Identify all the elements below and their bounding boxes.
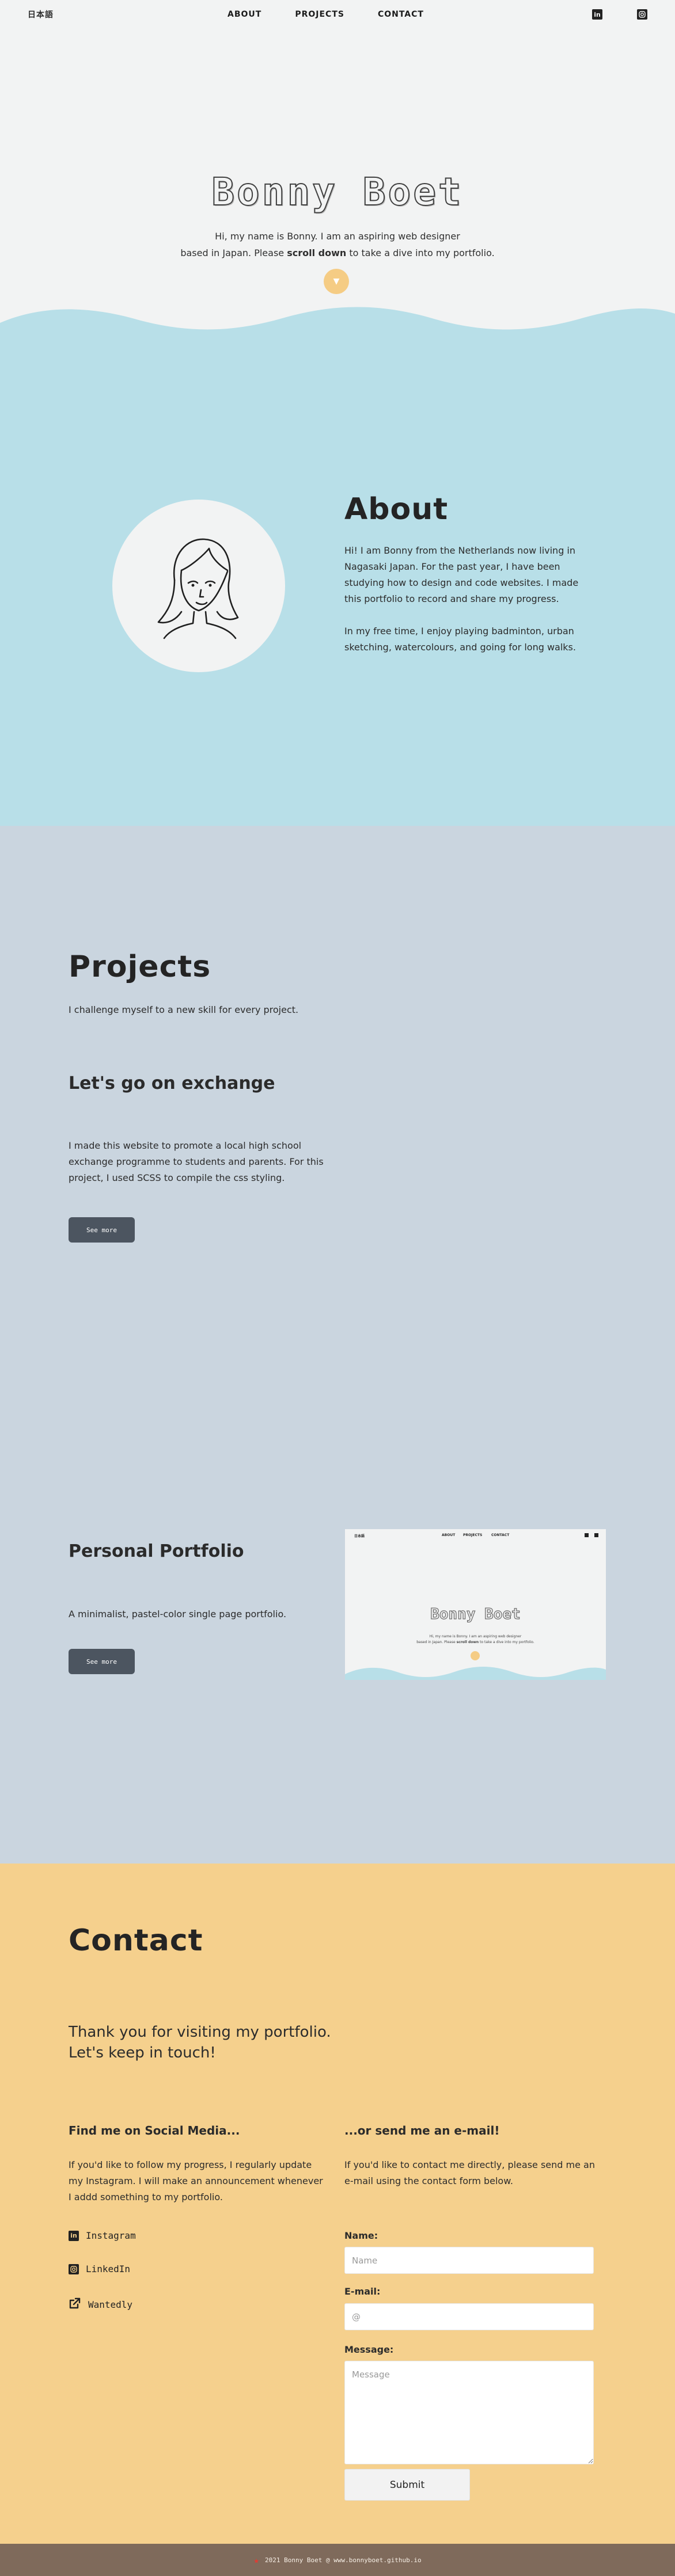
hero-intro-bold: scroll down — [287, 247, 347, 258]
name-field[interactable] — [344, 2247, 594, 2274]
hero-intro: Hi, my name is Bonny. I am an aspiring w… — [0, 228, 675, 261]
message-field[interactable] — [344, 2361, 594, 2464]
footer-text: 2021 Bonny Boet @ www.bonnyboet.github.i… — [265, 2556, 422, 2564]
thumb-wave — [345, 1667, 606, 1680]
projects-title: Projects — [69, 950, 211, 984]
language-toggle[interactable]: 日本語 — [28, 9, 54, 20]
hero-title: Bonny Boet — [211, 169, 464, 215]
external-link-icon — [69, 2297, 81, 2312]
projects-section: Projects I challenge myself to a new ski… — [0, 826, 675, 1864]
thumb-intro-line2-prefix: based in Japan. Please — [416, 1640, 457, 1644]
contact-section: Contact Thank you for visiting my portfo… — [0, 1864, 675, 2544]
thumb-intro: Hi, my name is Bonny. I am an aspiring w… — [345, 1634, 606, 1645]
contact-thanks: Thank you for visiting my portfolio. Let… — [69, 2022, 331, 2063]
portrait-illustration — [157, 538, 239, 639]
instagram-icon — [69, 2263, 79, 2274]
hero-section: Bonny Boet Hi, my name is Bonny. I am an… — [0, 0, 675, 337]
scroll-down-button[interactable]: ▼ — [324, 269, 349, 294]
footer: ★ 2021 Bonny Boet @ www.bonnyboet.github… — [0, 2544, 675, 2576]
instagram-icon[interactable] — [637, 9, 647, 20]
thumb-nav-about: ABOUT — [442, 1533, 456, 1537]
thumb-linkedin-icon — [585, 1533, 589, 1537]
about-title: About — [344, 492, 449, 527]
nav-link-about[interactable]: ABOUT — [227, 10, 261, 19]
avatar — [112, 500, 285, 672]
email-heading: ...or send me an e-mail! — [344, 2124, 500, 2137]
project-thumbnail-portfolio[interactable]: 日本語 ABOUT PROJECTS CONTACT Bonny Boet Hi… — [345, 1529, 606, 1680]
hero-intro-line2-prefix: based in Japan. Please — [180, 247, 287, 258]
thumb-instagram-icon — [594, 1533, 598, 1537]
social-link-instagram[interactable]: in Instagram — [69, 2230, 136, 2241]
thumb-title: Bonny Boet — [430, 1606, 521, 1624]
see-more-button-exchange[interactable]: See more — [69, 1217, 135, 1243]
message-label: Message: — [344, 2344, 394, 2355]
star-icon: ★ — [253, 2554, 260, 2566]
about-paragraph-2: In my free time, I enjoy playing badmint… — [344, 626, 576, 653]
thumb-intro-bold: scroll down — [456, 1640, 479, 1644]
project-title-exchange: Let's go on exchange — [69, 1073, 275, 1093]
email-text: If you'd like to contact me directly, pl… — [344, 2159, 595, 2186]
email-field[interactable] — [344, 2303, 594, 2330]
thumb-scroll-dot — [471, 1651, 480, 1660]
top-nav: 日本語 ABOUT PROJECTS CONTACT in — [0, 0, 675, 29]
see-more-button-portfolio[interactable]: See more — [69, 1649, 135, 1674]
linkedin-icon: in — [69, 2230, 79, 2241]
hero-intro-line1: Hi, my name is Bonny. I am an aspiring w… — [215, 231, 460, 242]
thumb-intro-line1: Hi, my name is Bonny. I am an aspiring w… — [429, 1634, 522, 1638]
chevron-down-icon: ▼ — [333, 277, 340, 286]
social-link-wantedly[interactable]: Wantedly — [69, 2297, 132, 2312]
social-heading: Find me on Social Media... — [69, 2124, 240, 2137]
nav-social-icons: in — [592, 9, 647, 20]
contact-title: Contact — [69, 1923, 203, 1958]
linkedin-icon[interactable]: in — [592, 9, 602, 20]
projects-intro: I challenge myself to a new skill for ev… — [69, 1004, 299, 1015]
project-desc-exchange: I made this website to promote a local h… — [69, 1140, 324, 1183]
social-link-linkedin[interactable]: LinkedIn — [69, 2263, 130, 2274]
thumb-nav-contact: CONTACT — [491, 1533, 510, 1537]
nav-link-projects[interactable]: PROJECTS — [295, 10, 344, 19]
project-title-portfolio: Personal Portfolio — [69, 1541, 244, 1561]
social-link-label: Instagram — [86, 2230, 136, 2241]
nav-link-contact[interactable]: CONTACT — [378, 10, 424, 19]
thumb-nav: 日本語 ABOUT PROJECTS CONTACT — [345, 1533, 606, 1540]
hero-intro-line2-suffix: to take a dive into my portfolio. — [346, 247, 495, 258]
contact-thanks-line2: Let's keep in touch! — [69, 2044, 216, 2061]
name-label: Name: — [344, 2230, 378, 2241]
thumb-nav-projects: PROJECTS — [463, 1533, 483, 1537]
thumb-intro-line2-suffix: to take a dive into my portfolio. — [479, 1640, 534, 1644]
social-link-label: LinkedIn — [86, 2263, 131, 2274]
social-text: If you'd like to follow my progress, I r… — [69, 2159, 323, 2202]
email-label: E-mail: — [344, 2286, 381, 2297]
thumb-lang: 日本語 — [354, 1534, 365, 1538]
nav-links: ABOUT PROJECTS CONTACT — [227, 10, 424, 19]
wave-divider — [0, 307, 675, 337]
about-paragraph-1: Hi! I am Bonny from the Netherlands now … — [344, 545, 579, 604]
contact-thanks-line1: Thank you for visiting my portfolio. — [69, 2024, 331, 2041]
submit-button[interactable]: Submit — [344, 2469, 470, 2501]
about-text: About Hi! I am Bonny from the Netherland… — [344, 492, 598, 672]
project-desc-portfolio: A minimalist, pastel-color single page p… — [69, 1609, 287, 1619]
about-section: About Hi! I am Bonny from the Netherland… — [0, 337, 675, 826]
social-link-label: Wantedly — [88, 2299, 133, 2310]
